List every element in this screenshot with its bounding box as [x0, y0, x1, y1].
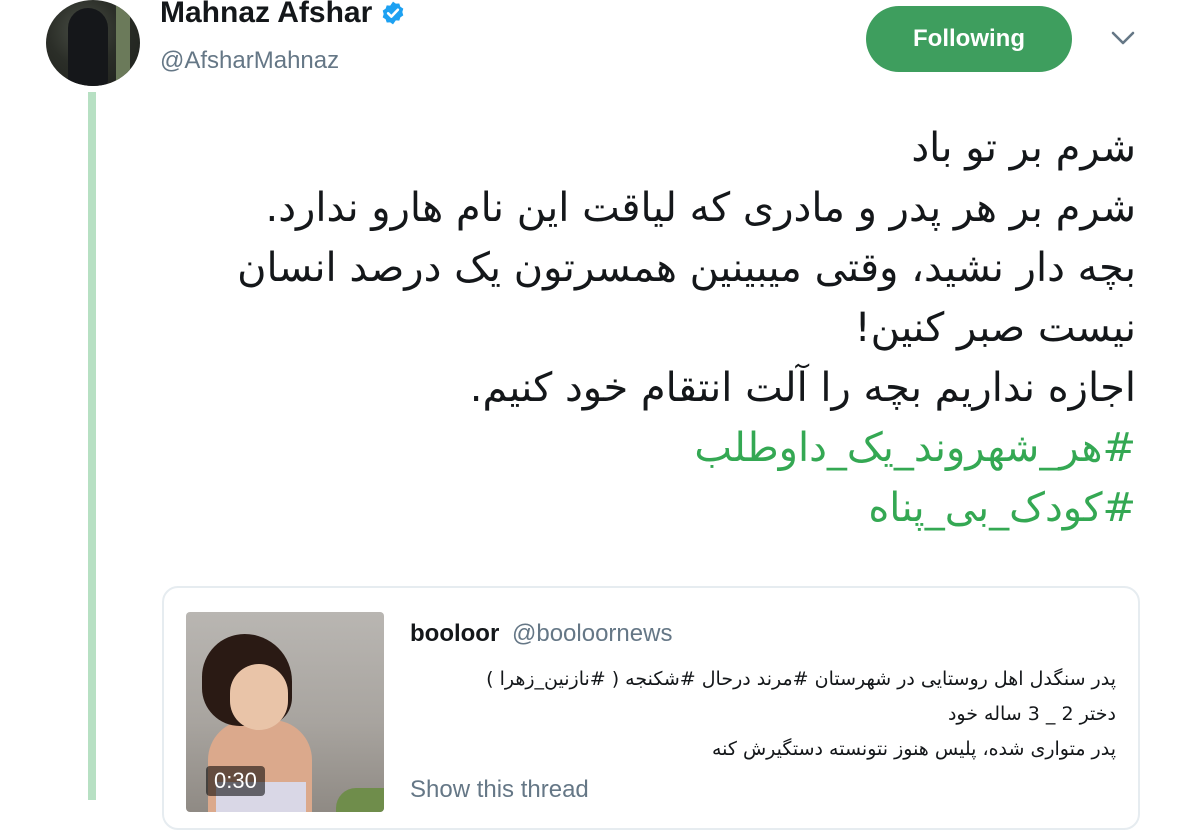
hashtag-link[interactable]: #هر_شهروند_یک_داوطلب [156, 418, 1136, 478]
author-handle[interactable]: @AfsharMahnaz [160, 47, 339, 75]
quoted-author-handle[interactable]: @booloornews [512, 620, 672, 647]
thumbnail-foliage [336, 788, 384, 812]
tweet-line: شرم بر هر پدر و مادری که لیاقت این نام ه… [265, 185, 1136, 231]
tweet-line: نیست صبر کنین! [854, 305, 1136, 351]
verified-badge-icon [382, 1, 404, 25]
avatar-background [116, 0, 130, 86]
quoted-author-name[interactable]: booloor [410, 620, 499, 647]
quoted-author[interactable]: booloor @booloornews [410, 620, 672, 648]
tweet-line: اجازه نداریم بچه را آلت انتقام خود کنیم. [469, 365, 1136, 411]
video-duration-badge: 0:30 [206, 766, 265, 796]
quoted-line: دختر 2 _ 3 ساله خود [947, 703, 1116, 725]
quoted-line: پدر سنگدل اهل روستایی در شهرستان #مرند د… [486, 668, 1116, 690]
hashtag-link[interactable]: #کودک_بی_پناه [156, 478, 1136, 538]
thread-line [88, 92, 96, 800]
quoted-tweet-card[interactable]: 0:30 booloor @booloornews پدر سنگدل اهل … [162, 586, 1140, 830]
author-name-row[interactable]: Mahnaz Afshar [160, 0, 406, 30]
author-name[interactable]: Mahnaz Afshar [160, 0, 372, 30]
tweet-line: بچه دار نشید، وقتی میبینین همسرتون یک در… [237, 245, 1136, 291]
chevron-down-icon[interactable] [1110, 28, 1136, 48]
quoted-line: پدر متواری شده، پلیس هنوز نتونسته دستگیر… [711, 738, 1116, 760]
video-thumbnail[interactable]: 0:30 [186, 612, 384, 812]
tweet-line: شرم بر تو باد [911, 125, 1136, 171]
thumbnail-child-face [230, 664, 288, 730]
tweet-text: شرم بر تو باد شرم بر هر پدر و مادری که ل… [156, 118, 1136, 538]
following-button[interactable]: Following [866, 6, 1072, 72]
author-avatar[interactable] [46, 0, 140, 86]
quoted-tweet-text: پدر سنگدل اهل روستایی در شهرستان #مرند د… [396, 662, 1116, 767]
avatar-figure [68, 8, 108, 86]
